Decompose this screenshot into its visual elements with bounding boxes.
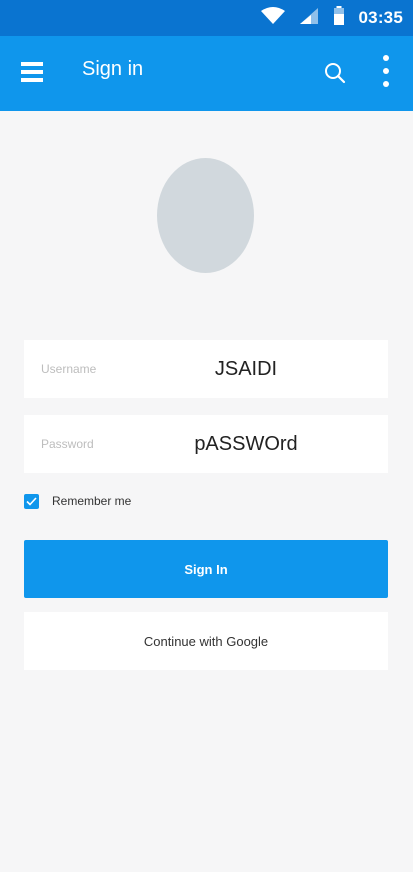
google-sign-in-button[interactable]: Continue with Google xyxy=(24,612,388,670)
username-label: Username xyxy=(41,362,97,376)
password-field[interactable]: Password xyxy=(24,415,388,473)
status-time: 03:35 xyxy=(358,8,403,27)
avatar xyxy=(157,158,254,273)
wifi-icon xyxy=(260,6,285,30)
remember-me[interactable]: Remember me xyxy=(24,492,131,510)
status-icons: 03:35 xyxy=(260,0,403,36)
battery-icon xyxy=(333,5,345,31)
sign-in-button[interactable]: Sign In xyxy=(24,540,388,598)
username-input[interactable] xyxy=(104,340,388,398)
status-bar: 03:35 xyxy=(0,0,413,36)
username-field[interactable]: Username xyxy=(24,340,388,398)
remember-me-label: Remember me xyxy=(52,494,132,508)
check-icon xyxy=(26,496,37,506)
signal-icon xyxy=(299,7,319,30)
password-input[interactable] xyxy=(104,415,388,473)
remember-me-checkbox[interactable] xyxy=(24,493,39,509)
search-icon[interactable] xyxy=(322,60,348,86)
app-bar: Sign in xyxy=(0,36,413,111)
page-title: Sign in xyxy=(82,58,144,80)
more-vert-icon[interactable] xyxy=(376,54,396,90)
menu-icon[interactable] xyxy=(21,62,43,82)
password-label: Password xyxy=(41,437,94,451)
